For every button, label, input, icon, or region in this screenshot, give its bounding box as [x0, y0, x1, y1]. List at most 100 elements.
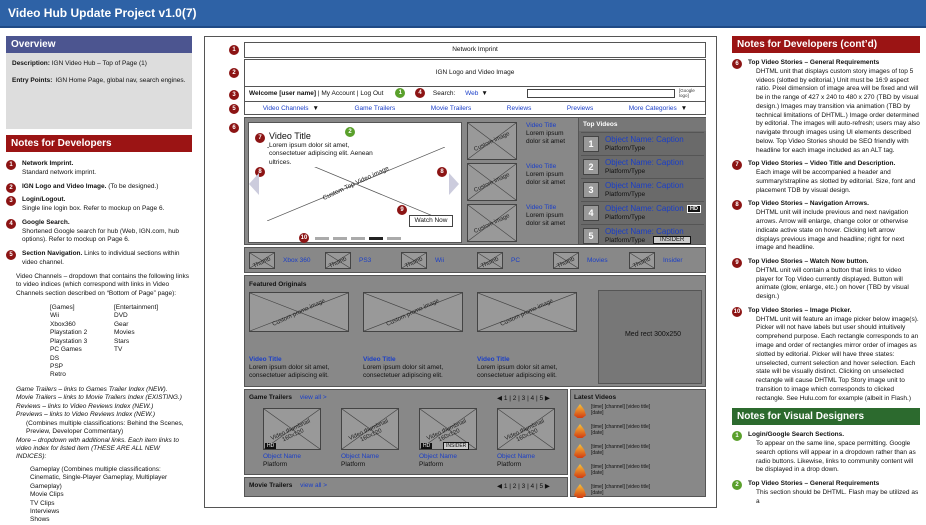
side-video-body: Lorem ipsum dolor sit amet [526, 130, 566, 146]
image-placeholder[interactable]: Custom image [467, 122, 517, 160]
side-video-title[interactable]: Video Title [526, 122, 576, 130]
thumb-image[interactable]: Thumb [249, 252, 275, 269]
thumb-link[interactable]: Xbox 360 [283, 257, 310, 264]
badge-hd: HD [687, 205, 701, 213]
picker-rect-2[interactable] [333, 237, 347, 240]
top-video-name[interactable]: Object Name: Caption [605, 135, 684, 144]
nav-item[interactable]: Movie Trailers [431, 105, 471, 112]
movie-view-all-link[interactable]: view all > [300, 482, 327, 489]
thumb-strip: Thumb Xbox 360 Thumb PS3 Thumb Wii Thumb PC Thum… [244, 247, 706, 273]
side-video-text: Video Title Lorem ipsum dolor sit amet [526, 122, 576, 146]
game-trailers-title: Game Trailers [249, 394, 292, 401]
thumb-image[interactable]: Thumb [629, 252, 655, 269]
fire-icon [574, 484, 586, 498]
trailer-name[interactable]: Object Name [419, 453, 457, 460]
top-video-rank: 5 [583, 228, 599, 244]
thumb-link[interactable]: Insider [663, 257, 683, 264]
top-video-rank: 1 [583, 136, 599, 152]
note-number: 10 [732, 306, 742, 317]
top-video-name[interactable]: Object Name: Caption [605, 227, 684, 236]
top-video-item[interactable]: 5 Object Name: Caption Platform/Type INSIDE… [581, 224, 704, 246]
marker-5: 5 [229, 104, 239, 114]
featured-title[interactable]: Video Title [249, 356, 349, 364]
image-placeholder[interactable]: Custom image [467, 163, 517, 201]
pager-next-icon[interactable]: ▶ [543, 483, 550, 490]
search-input[interactable] [527, 89, 675, 98]
top-video-platform: Platform/Type [605, 145, 646, 152]
note-body: Shortened Google search for hub (Web, IG… [22, 227, 180, 244]
pager-prev-icon[interactable]: ◀ [497, 483, 504, 490]
picker-rect-5[interactable] [387, 237, 401, 240]
log-out-link[interactable]: Log Out [360, 90, 383, 97]
image-picker [315, 237, 401, 240]
image-placeholder[interactable]: Custom promo image [363, 292, 463, 332]
top-video-item[interactable]: 1 Object Name: Caption Platform/Type [581, 132, 704, 154]
chevron-down-icon: ▼ [312, 104, 319, 112]
nav-item[interactable]: More Categories ▼ [629, 105, 688, 112]
login-row: Welcome [user name] | My Account | Log O… [244, 87, 706, 102]
nav-item[interactable]: Reviews [507, 105, 532, 112]
featured-title[interactable]: Video Title [363, 356, 463, 364]
channel-item: PSP [50, 363, 64, 371]
page-title: Video Hub Update Project v1.0(7) [8, 6, 197, 20]
image-placeholder[interactable]: Custom image [467, 204, 517, 242]
thumb-link[interactable]: Wii [435, 257, 444, 264]
pager-next-icon[interactable]: ▶ [543, 395, 550, 402]
note-title: Top Video Stories – Navigation Arrows. [748, 200, 869, 208]
image-placeholder[interactable]: Video thumbnail 160x120 [497, 408, 555, 450]
nav-item[interactable]: Previews [567, 105, 593, 112]
channel-col-entertainment: [Entertainment] DVD Gear Movies Stars TV [114, 304, 158, 380]
note-item: 10 Top Video Stories – Image Picker. DHTML… [732, 306, 920, 403]
latest-date: [date] [591, 430, 604, 436]
nav-link-note: Movie Trailers – links to Movie Trailers… [16, 394, 182, 402]
top-video-item[interactable]: 3 Object Name: Caption Platform/Type [581, 178, 704, 200]
top-video-name[interactable]: Object Name: Caption [605, 181, 684, 190]
top-video-name[interactable]: Object Name: Caption [605, 204, 684, 213]
my-account-link[interactable]: My Account [321, 90, 355, 97]
chevron-down-icon: ▼ [680, 104, 688, 112]
top-video-item[interactable]: 4 Object Name: Caption Platform/Type HD [581, 201, 704, 223]
search-scope-dropdown[interactable]: Web [465, 90, 478, 97]
picker-rect-3[interactable] [351, 237, 365, 240]
nav-link-notes: Game Trailers – links to Games Trailer I… [6, 386, 192, 462]
nav-item[interactable]: Game Trailers [354, 105, 395, 112]
top-video-name[interactable]: Object Name: Caption [605, 158, 684, 167]
note-number: 8 [732, 200, 742, 211]
thumb-image[interactable]: Thumb [553, 252, 579, 269]
next-arrow-icon[interactable] [449, 173, 459, 195]
side-video-title[interactable]: Video Title [526, 204, 576, 212]
image-placeholder[interactable]: Custom promo image [249, 292, 349, 332]
featured-title[interactable]: Video Title [477, 356, 577, 364]
top-video-platform: Platform/Type [605, 168, 646, 175]
note-title: Top Video Stories – Image Picker. [748, 306, 852, 314]
prev-arrow-icon[interactable] [249, 173, 259, 195]
picker-rect-4[interactable] [369, 237, 383, 240]
trailer-name[interactable]: Object Name [341, 453, 379, 460]
thumb-link[interactable]: PS3 [359, 257, 371, 264]
picker-rect-1[interactable] [315, 237, 329, 240]
trailer-name[interactable]: Object Name [497, 453, 535, 460]
thumb-image[interactable]: Thumb [477, 252, 503, 269]
top-video-platform: Platform/Type [605, 191, 646, 198]
pager-numbers[interactable]: 1 | 2 | 3 | 4 | 5 [504, 395, 543, 402]
side-video-title[interactable]: Video Title [526, 163, 576, 171]
watch-now-button[interactable]: Watch Now [409, 215, 453, 227]
chevron-down-icon[interactable]: ▼ [481, 90, 487, 97]
view-all-link[interactable]: view all > [300, 394, 327, 401]
thumb-link[interactable]: PC [511, 257, 520, 264]
marker-7: 7 [255, 133, 265, 143]
nav-item[interactable]: Video Channels ▼ [263, 105, 319, 112]
pager-prev-icon[interactable]: ◀ [497, 395, 504, 402]
channel-item: [Entertainment] [114, 303, 159, 311]
thumb-image[interactable]: Thumb [401, 252, 427, 269]
top-video-item[interactable]: 2 Object Name: Caption Platform/Type [581, 155, 704, 177]
wireframe: 1 Network Imprint 2 IGN Logo and Video I… [204, 36, 717, 508]
image-placeholder[interactable]: Custom promo image [477, 292, 577, 332]
badge-insider: INSIDER [443, 442, 470, 450]
pager-numbers[interactable]: 1 | 2 | 3 | 4 | 5 [504, 483, 543, 490]
thumb-image[interactable]: Thumb [325, 252, 351, 269]
more-item: Gameplay (Combines multiple classificati… [30, 465, 168, 490]
trailer-name[interactable]: Object Name [263, 453, 301, 460]
thumb-link[interactable]: Movies [587, 257, 608, 264]
image-placeholder[interactable]: Video thumbnail 160x120 [341, 408, 399, 450]
